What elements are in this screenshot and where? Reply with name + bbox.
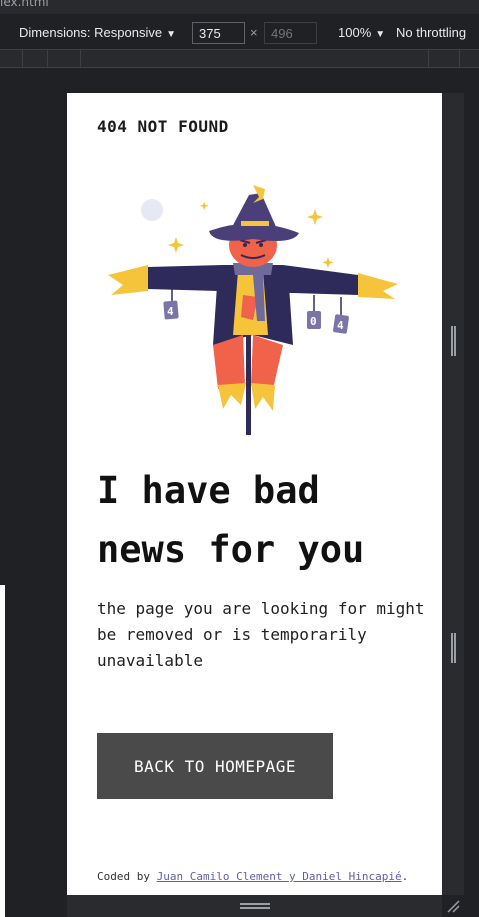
left-foot-straw [218, 383, 246, 409]
tab-file-name[interactable]: lex.html [0, 0, 49, 9]
media-query-ruler [0, 50, 479, 68]
resize-handle-right-lower[interactable] [451, 633, 456, 663]
right-straw [358, 273, 398, 299]
credits-footer: Coded by Juan Camilo Clement y Daniel Hi… [97, 870, 408, 883]
viewport-side-gutter [442, 93, 464, 895]
brand-title: 404 NOT FOUND [97, 117, 229, 136]
sign-mid-label: 0 [310, 315, 317, 328]
height-input[interactable] [264, 22, 317, 44]
page-edge-strip [0, 585, 5, 917]
device-toolbar: Dimensions: Responsive▼ × 100%▼ No throt… [0, 14, 479, 50]
ruler-segment[interactable] [80, 50, 81, 68]
authors-link[interactable]: Juan Camilo Clement y Daniel Hincapié [157, 870, 402, 883]
back-to-homepage-button[interactable]: BACK TO HOMEPAGE [97, 733, 333, 799]
credits-suffix: . [401, 870, 409, 883]
right-leg [251, 335, 283, 389]
dimensions-dropdown[interactable]: Dimensions: Responsive ▼ [19, 25, 176, 40]
scarecrow-illustration: 4 0 4 [108, 185, 398, 435]
width-input[interactable] [192, 22, 245, 44]
devtools-tab-strip: lex.html [0, 0, 479, 14]
credits-prefix: Coded by [97, 870, 157, 883]
right-foot-straw [251, 383, 275, 411]
times-separator: × [250, 25, 258, 40]
moon-shape [141, 199, 163, 221]
throttling-dropdown[interactable]: No throttling [396, 25, 466, 40]
throttling-label: No throttling [396, 25, 467, 40]
viewport-bottom-gutter [67, 895, 442, 917]
resize-handle-right[interactable] [451, 326, 456, 356]
resize-handle-bottom[interactable] [240, 903, 270, 909]
ruler-segment[interactable] [459, 50, 460, 68]
scarecrow-pole [246, 335, 251, 435]
page-headline: I have bad news for you [97, 469, 365, 571]
dimensions-label: Dimensions: Responsive [19, 25, 163, 40]
zoom-dropdown[interactable]: 100% ▼ [338, 25, 385, 40]
resize-corner-icon[interactable] [446, 899, 460, 913]
zoom-label: 100% [338, 25, 372, 40]
error-message: the page you are looking for might be re… [97, 599, 425, 670]
left-straw [108, 265, 148, 295]
ruler-segment[interactable] [47, 50, 48, 68]
ruler-segment[interactable] [428, 50, 429, 68]
sign-left-label: 4 [167, 305, 174, 318]
chevron-down-icon: ▼ [375, 29, 386, 40]
ruler-segment[interactable] [22, 50, 23, 68]
chevron-down-icon: ▼ [166, 29, 176, 40]
sign-right-label: 4 [337, 319, 344, 332]
emulated-viewport: 404 NOT FOUND 4 0 4 I have bad news for … [67, 93, 442, 895]
